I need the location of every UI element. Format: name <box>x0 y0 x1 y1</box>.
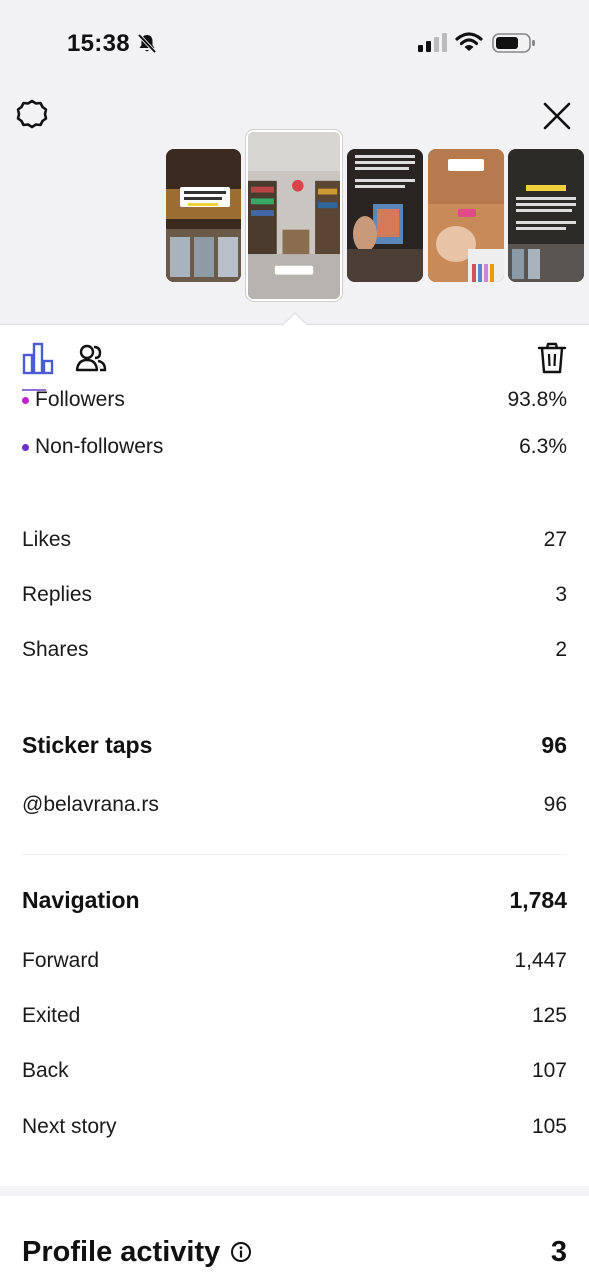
navigation-row-back: Back 107 <box>22 1057 567 1085</box>
story-thumbnail-selected[interactable] <box>246 130 342 301</box>
story-thumbnail[interactable] <box>166 149 241 282</box>
sticker-label: @belavrana.rs <box>22 793 159 816</box>
silent-bell-icon <box>137 33 157 54</box>
settings-gear-icon[interactable] <box>15 98 49 132</box>
profile-activity-header: Profile activity 3 <box>22 1234 567 1270</box>
profile-activity-title: Profile activity <box>22 1235 221 1268</box>
non-followers-dot <box>22 443 29 451</box>
battery-icon <box>492 33 535 53</box>
section-divider <box>22 854 567 855</box>
section-band-divider <box>0 1186 589 1196</box>
non-followers-label: Non-followers <box>35 435 164 458</box>
sticker-taps-total: 96 <box>541 731 567 758</box>
navigation-row-next-story: Next story 105 <box>22 1113 567 1141</box>
navigation-title: Navigation <box>22 886 140 913</box>
cellular-signal-icon <box>418 33 447 52</box>
forward-value: 1,447 <box>514 949 567 972</box>
next-story-label: Next story <box>22 1115 117 1138</box>
non-followers-value: 6.3% <box>519 435 567 458</box>
exited-value: 125 <box>531 1004 567 1027</box>
sticker-row[interactable]: @belavrana.rs 96 <box>22 791 567 819</box>
story-thumbnail[interactable] <box>347 149 423 282</box>
back-value: 107 <box>531 1059 567 1082</box>
navigation-total: 1,784 <box>509 886 567 913</box>
story-thumbnail[interactable] <box>428 149 504 282</box>
followers-dot <box>22 396 29 404</box>
selection-pointer <box>282 312 308 326</box>
forward-label: Forward <box>22 949 100 972</box>
status-time: 15:38 <box>67 30 130 57</box>
story-header: 15:38 <box>0 0 589 326</box>
navigation-header: Navigation 1,784 <box>22 885 567 915</box>
exited-label: Exited <box>22 1004 81 1027</box>
close-icon[interactable] <box>540 99 574 133</box>
sticker-taps-title: Sticker taps <box>22 731 153 758</box>
navigation-row-forward: Forward 1,447 <box>22 947 567 975</box>
wifi-icon <box>455 32 483 51</box>
next-story-value: 105 <box>531 1115 567 1138</box>
trash-icon[interactable] <box>536 341 568 375</box>
audience-row-followers: Followers 93.8% <box>22 386 567 414</box>
people-icon[interactable] <box>75 342 107 374</box>
likes-value: 27 <box>543 528 567 551</box>
navigation-row-exited: Exited 125 <box>22 1002 567 1030</box>
back-label: Back <box>22 1059 69 1082</box>
followers-label: Followers <box>35 388 125 411</box>
replies-label: Replies <box>22 583 93 606</box>
story-thumbnail[interactable] <box>508 149 584 282</box>
shares-label: Shares <box>22 638 89 661</box>
shares-value: 2 <box>555 638 567 661</box>
likes-label: Likes <box>22 528 72 551</box>
info-icon[interactable] <box>230 1241 252 1263</box>
audience-row-non-followers: Non-followers 6.3% <box>22 433 567 461</box>
replies-value: 3 <box>555 583 567 606</box>
followers-value: 93.8% <box>507 388 567 411</box>
profile-activity-value: 3 <box>550 1235 567 1268</box>
interaction-row-likes: Likes 27 <box>22 526 567 554</box>
sticker-taps-header: Sticker taps 96 <box>22 730 567 760</box>
status-bar: 15:38 <box>0 0 589 88</box>
sticker-value: 96 <box>543 793 567 816</box>
bar-chart-icon[interactable] <box>22 341 54 375</box>
interaction-row-replies: Replies 3 <box>22 581 567 609</box>
interaction-row-shares: Shares 2 <box>22 636 567 664</box>
